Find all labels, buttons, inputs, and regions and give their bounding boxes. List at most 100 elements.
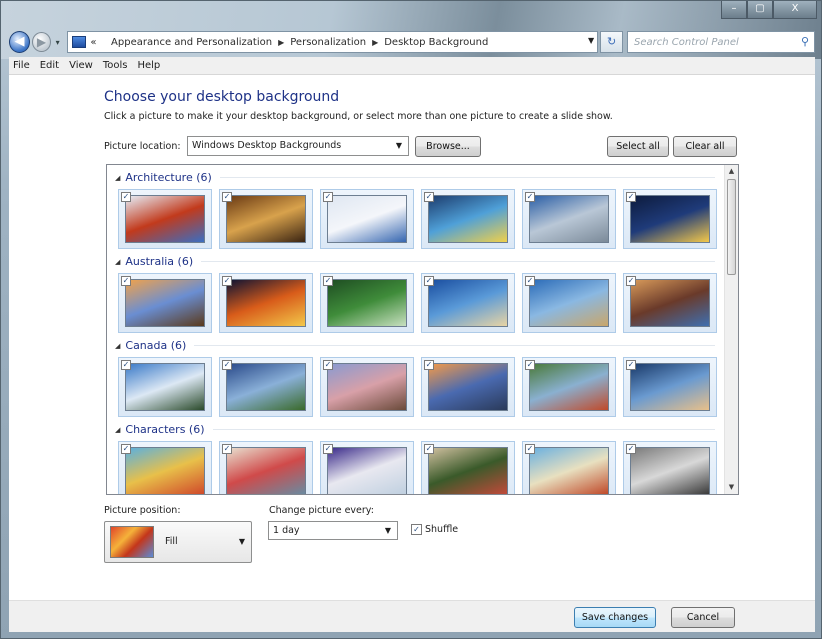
breadcrumb-desktop-background[interactable]: Desktop Background xyxy=(384,37,488,48)
wallpaper-thumbnail[interactable]: ✓ xyxy=(320,273,414,333)
thumbnail-checkbox[interactable]: ✓ xyxy=(525,360,535,370)
menu-tools[interactable]: Tools xyxy=(103,60,128,71)
menu-edit[interactable]: Edit xyxy=(40,60,59,71)
picture-location-select[interactable]: Windows Desktop Backgrounds ▼ xyxy=(187,136,409,156)
wallpaper-thumbnail[interactable]: ✓ xyxy=(623,273,717,333)
wallpaper-thumbnail[interactable]: ✓ xyxy=(421,357,515,417)
gallery-group-header[interactable]: ◢ Architecture (6) xyxy=(115,171,715,184)
thumbnail-checkbox[interactable]: ✓ xyxy=(626,276,636,286)
thumbnail-checkbox[interactable]: ✓ xyxy=(525,276,535,286)
thumbnail-checkbox[interactable]: ✓ xyxy=(424,276,434,286)
thumbnail-checkbox[interactable]: ✓ xyxy=(424,444,434,454)
search-input[interactable]: Search Control Panel ⚲ xyxy=(627,31,816,53)
thumbnail-checkbox[interactable]: ✓ xyxy=(121,276,131,286)
thumbnail-checkbox[interactable]: ✓ xyxy=(525,192,535,202)
wallpaper-thumbnail[interactable]: ✓ xyxy=(219,357,313,417)
wallpaper-thumbnail[interactable]: ✓ xyxy=(320,357,414,417)
thumbnail-checkbox[interactable]: ✓ xyxy=(525,444,535,454)
thumbnail-row: ✓ ✓ ✓ ✓ ✓ ✓ xyxy=(118,357,724,417)
wallpaper-thumbnail[interactable]: ✓ xyxy=(421,189,515,249)
wallpaper-image xyxy=(327,279,407,327)
wallpaper-thumbnail[interactable]: ✓ xyxy=(118,357,212,417)
clear-all-button[interactable]: Clear all xyxy=(673,136,737,157)
address-bar[interactable]: « Appearance and Personalization ▶ Perso… xyxy=(67,31,599,53)
thumbnail-checkbox[interactable]: ✓ xyxy=(121,444,131,454)
thumbnail-checkbox[interactable]: ✓ xyxy=(424,360,434,370)
forward-button[interactable]: ▶ xyxy=(31,32,51,52)
thumbnail-checkbox[interactable]: ✓ xyxy=(222,192,232,202)
wallpaper-thumbnail[interactable]: ✓ xyxy=(623,357,717,417)
thumbnail-checkbox[interactable]: ✓ xyxy=(323,276,333,286)
thumbnail-checkbox[interactable]: ✓ xyxy=(323,192,333,202)
picture-position-select[interactable]: Fill ▼ xyxy=(104,521,252,563)
wallpaper-thumbnail[interactable]: ✓ xyxy=(320,441,414,494)
shuffle-checkbox[interactable]: ✓ xyxy=(411,524,422,535)
thumbnail-checkbox[interactable]: ✓ xyxy=(121,192,131,202)
wallpaper-thumbnail[interactable]: ✓ xyxy=(522,273,616,333)
wallpaper-thumbnail[interactable]: ✓ xyxy=(522,357,616,417)
scroll-thumb[interactable] xyxy=(727,179,736,275)
wallpaper-image xyxy=(529,279,609,327)
gallery-group-header[interactable]: ◢ Characters (6) xyxy=(115,423,715,436)
close-button[interactable]: X xyxy=(773,1,817,19)
wallpaper-thumbnail[interactable]: ✓ xyxy=(522,441,616,494)
collapse-triangle-icon[interactable]: ◢ xyxy=(115,342,120,350)
address-dropdown-icon[interactable]: ▼ xyxy=(588,36,594,45)
breadcrumb-separator-icon[interactable]: ▶ xyxy=(278,38,284,47)
collapse-triangle-icon[interactable]: ◢ xyxy=(115,174,120,182)
wallpaper-thumbnail[interactable]: ✓ xyxy=(118,189,212,249)
menu-view[interactable]: View xyxy=(69,60,93,71)
back-button[interactable]: ◀ xyxy=(9,31,30,53)
maximize-button[interactable]: ▢ xyxy=(747,1,773,19)
collapse-triangle-icon[interactable]: ◢ xyxy=(115,426,120,434)
address-prefix-chevron[interactable]: « xyxy=(90,37,96,48)
breadcrumb-personalization[interactable]: Personalization xyxy=(290,37,366,48)
thumbnail-checkbox[interactable]: ✓ xyxy=(323,360,333,370)
wallpaper-thumbnail[interactable]: ✓ xyxy=(421,441,515,494)
wallpaper-thumbnail[interactable]: ✓ xyxy=(118,273,212,333)
wallpaper-thumbnail[interactable]: ✓ xyxy=(219,273,313,333)
gallery-group-header[interactable]: ◢ Canada (6) xyxy=(115,339,715,352)
refresh-button[interactable]: ↻ xyxy=(600,31,624,53)
thumbnail-checkbox[interactable]: ✓ xyxy=(626,444,636,454)
cancel-button[interactable]: Cancel xyxy=(671,607,735,628)
gallery-scrollbar[interactable]: ▲ ▼ xyxy=(724,165,738,494)
thumbnail-checkbox[interactable]: ✓ xyxy=(424,192,434,202)
breadcrumb-appearance[interactable]: Appearance and Personalization xyxy=(111,37,272,48)
menu-file[interactable]: File xyxy=(13,60,30,71)
menu-help[interactable]: Help xyxy=(137,60,160,71)
minimize-button[interactable]: – xyxy=(721,1,747,19)
wallpaper-image xyxy=(428,447,508,494)
wallpaper-thumbnail[interactable]: ✓ xyxy=(219,441,313,494)
change-interval-select[interactable]: 1 day ▼ xyxy=(268,521,398,540)
scroll-up-icon[interactable]: ▲ xyxy=(725,165,738,178)
thumbnail-checkbox[interactable]: ✓ xyxy=(626,360,636,370)
thumbnail-checkbox[interactable]: ✓ xyxy=(626,192,636,202)
thumbnail-checkbox[interactable]: ✓ xyxy=(121,360,131,370)
select-all-button[interactable]: Select all xyxy=(607,136,669,157)
search-icon[interactable]: ⚲ xyxy=(801,35,809,48)
wallpaper-thumbnail[interactable]: ✓ xyxy=(421,273,515,333)
wallpaper-thumbnail[interactable]: ✓ xyxy=(623,441,717,494)
picture-gallery[interactable]: ▲ ▼ ◢ Architecture (6) ✓ ✓ ✓ ✓ ✓ ✓ ◢ Australia (6… xyxy=(106,164,739,495)
wallpaper-thumbnail[interactable]: ✓ xyxy=(118,441,212,494)
collapse-triangle-icon[interactable]: ◢ xyxy=(115,258,120,266)
wallpaper-thumbnail[interactable]: ✓ xyxy=(219,189,313,249)
gallery-group-header[interactable]: ◢ Australia (6) xyxy=(115,255,715,268)
browse-button[interactable]: Browse... xyxy=(415,136,481,157)
wallpaper-image xyxy=(226,279,306,327)
shuffle-toggle[interactable]: ✓ Shuffle xyxy=(411,524,458,535)
wallpaper-thumbnail[interactable]: ✓ xyxy=(320,189,414,249)
breadcrumb-separator-icon[interactable]: ▶ xyxy=(372,38,378,47)
thumbnail-checkbox[interactable]: ✓ xyxy=(323,444,333,454)
thumbnail-checkbox[interactable]: ✓ xyxy=(222,276,232,286)
recent-pages-dropdown[interactable]: ▾ xyxy=(52,38,63,47)
wallpaper-image xyxy=(125,363,205,411)
wallpaper-thumbnail[interactable]: ✓ xyxy=(522,189,616,249)
thumbnail-checkbox[interactable]: ✓ xyxy=(222,360,232,370)
save-changes-button[interactable]: Save changes xyxy=(574,607,656,628)
wallpaper-thumbnail[interactable]: ✓ xyxy=(623,189,717,249)
scroll-down-icon[interactable]: ▼ xyxy=(725,481,738,494)
position-preview-image xyxy=(110,526,154,558)
thumbnail-checkbox[interactable]: ✓ xyxy=(222,444,232,454)
